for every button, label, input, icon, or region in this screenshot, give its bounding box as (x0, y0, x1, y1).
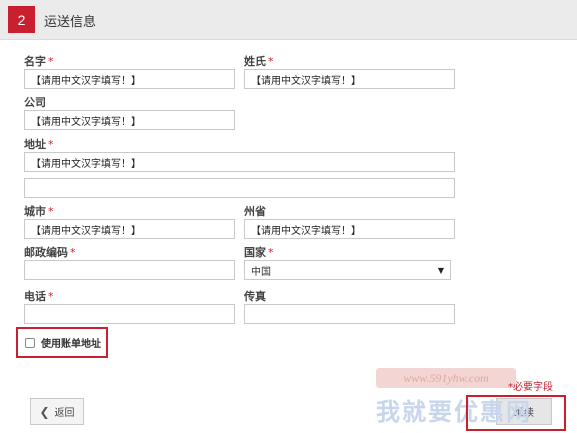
zip-label: 邮政编码 * (24, 246, 76, 259)
address-label: 地址 * (24, 138, 54, 151)
phone-label: 电话 * (24, 290, 54, 303)
phone-input[interactable] (24, 304, 235, 324)
dropdown-arrow-icon: ▼ (437, 265, 444, 275)
use-billing-address-label[interactable]: 使用账单地址 (41, 335, 101, 350)
state-label: 州省 (244, 205, 266, 218)
first-name-label: 名字 * (24, 55, 54, 68)
country-select-value: 中国 (251, 266, 271, 278)
chevron-left-icon: ❮ (39, 404, 50, 419)
use-billing-address-highlight: 使用账单地址 (16, 327, 108, 358)
watermark-url: www.591yhw.com (376, 368, 516, 388)
fax-label: 传真 (244, 290, 266, 303)
last-name-input[interactable] (244, 69, 455, 89)
first-name-input[interactable] (24, 69, 235, 89)
fax-input[interactable] (244, 304, 455, 324)
company-label: 公司 (24, 96, 46, 109)
country-select[interactable]: 中国 ▼ (244, 260, 451, 280)
city-label: 城市 * (24, 205, 54, 218)
company-input[interactable] (24, 110, 235, 130)
address-line1-input[interactable] (24, 152, 455, 172)
step-number-badge: 2 (8, 6, 35, 33)
use-billing-address-checkbox[interactable] (25, 337, 35, 348)
address-line2-input[interactable] (24, 178, 455, 198)
last-name-label: 姓氏 * (244, 55, 274, 68)
zip-input[interactable] (24, 260, 235, 280)
country-label: 国家 * (244, 246, 274, 259)
city-input[interactable] (24, 219, 235, 239)
required-fields-note: *必要字段 (508, 382, 553, 393)
state-input[interactable] (244, 219, 455, 239)
section-title: 运送信息 (44, 15, 97, 30)
section-header: 2 运送信息 (0, 0, 577, 40)
back-button[interactable]: ❮ 返回 (30, 398, 84, 425)
back-button-label: 返回 (54, 408, 75, 419)
continue-button-highlight (466, 395, 566, 431)
